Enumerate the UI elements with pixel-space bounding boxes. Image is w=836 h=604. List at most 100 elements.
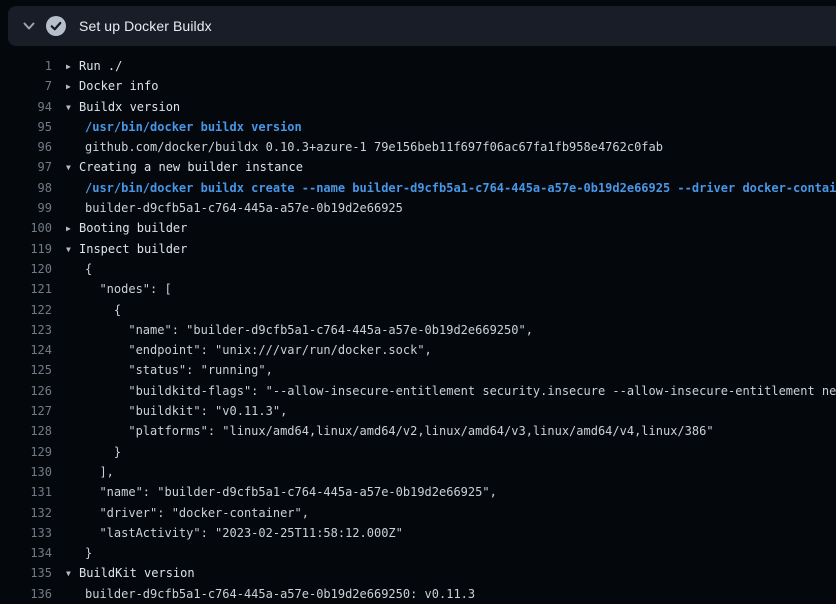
group-toggle-icon[interactable]: ▼ (66, 240, 79, 259)
line-number[interactable]: 96 (0, 137, 52, 157)
line-text: /usr/bin/docker buildx create --name bui… (52, 178, 836, 198)
line-number[interactable]: 94 (0, 97, 52, 117)
line-text: "driver": "docker-container", (52, 503, 836, 523)
log-line: 126 "buildkitd-flags": "--allow-insecure… (0, 381, 836, 401)
line-number[interactable]: 121 (0, 279, 52, 299)
log-line[interactable]: 1 ▶Run ./ (0, 56, 836, 76)
log-line: 96 github.com/docker/buildx 0.10.3+azure… (0, 137, 836, 157)
log-line: 130 ], (0, 462, 836, 482)
line-text: ▼Creating a new builder instance (52, 157, 836, 177)
line-number[interactable]: 1 (0, 56, 52, 76)
line-text: { (52, 259, 836, 279)
check-circle-icon (46, 16, 66, 36)
line-text-content: Docker info (79, 79, 158, 93)
group-toggle-icon[interactable]: ▼ (66, 564, 79, 583)
line-number[interactable]: 124 (0, 340, 52, 360)
line-number[interactable]: 130 (0, 462, 52, 482)
log-line[interactable]: 7 ▶Docker info (0, 76, 836, 96)
group-toggle-icon[interactable]: ▶ (66, 57, 79, 76)
group-toggle-icon[interactable]: ▼ (66, 98, 79, 117)
line-text-content: "name": "builder-d9cfb5a1-c764-445a-a57e… (85, 323, 533, 337)
log-line[interactable]: 119 ▼Inspect builder (0, 239, 836, 259)
log-line[interactable]: 97 ▼Creating a new builder instance (0, 157, 836, 177)
group-toggle-icon[interactable]: ▼ (66, 158, 79, 177)
line-number[interactable]: 136 (0, 584, 52, 604)
log-line: 124 "endpoint": "unix:///var/run/docker.… (0, 340, 836, 360)
line-text-content: "nodes": [ (85, 282, 172, 296)
step-header[interactable]: Set up Docker Buildx (8, 6, 836, 46)
log-line: 121 "nodes": [ (0, 279, 836, 299)
line-text: "buildkitd-flags": "--allow-insecure-ent… (52, 381, 836, 401)
log-line: 129 } (0, 442, 836, 462)
line-text-content: "lastActivity": "2023-02-25T11:58:12.000… (85, 526, 403, 540)
line-number[interactable]: 133 (0, 523, 52, 543)
line-number[interactable]: 131 (0, 482, 52, 502)
line-text: "lastActivity": "2023-02-25T11:58:12.000… (52, 523, 836, 543)
log-line: 131 "name": "builder-d9cfb5a1-c764-445a-… (0, 482, 836, 502)
log-line[interactable]: 94 ▼Buildx version (0, 97, 836, 117)
line-text-content: "name": "builder-d9cfb5a1-c764-445a-a57e… (85, 485, 497, 499)
chevron-down-icon[interactable] (23, 22, 35, 31)
line-text: github.com/docker/buildx 0.10.3+azure-1 … (52, 137, 836, 157)
line-text: ▶Run ./ (52, 56, 836, 76)
line-text: /usr/bin/docker buildx version (52, 117, 836, 137)
line-text-content: "endpoint": "unix:///var/run/docker.sock… (85, 343, 432, 357)
log-line: 122 { (0, 300, 836, 320)
line-text-content: ], (85, 465, 114, 479)
line-number[interactable]: 126 (0, 381, 52, 401)
line-text: "name": "builder-d9cfb5a1-c764-445a-a57e… (52, 320, 836, 340)
line-text-content: "buildkit": "v0.11.3", (85, 404, 287, 418)
line-number[interactable]: 120 (0, 259, 52, 279)
line-text-content: "status": "running", (85, 363, 273, 377)
line-text: "buildkit": "v0.11.3", (52, 401, 836, 421)
log-line: 136 builder-d9cfb5a1-c764-445a-a57e-0b19… (0, 584, 836, 604)
line-number[interactable]: 97 (0, 157, 52, 177)
line-text-content: /usr/bin/docker buildx version (85, 120, 302, 134)
line-text: { (52, 300, 836, 320)
line-number[interactable]: 100 (0, 218, 52, 238)
line-text-content: "platforms": "linux/amd64,linux/amd64/v2… (85, 424, 714, 438)
line-number[interactable]: 95 (0, 117, 52, 137)
line-number[interactable]: 125 (0, 360, 52, 380)
log-line: 95 /usr/bin/docker buildx version (0, 117, 836, 137)
line-number[interactable]: 99 (0, 198, 52, 218)
line-number[interactable]: 123 (0, 320, 52, 340)
line-number[interactable]: 7 (0, 76, 52, 96)
log-line: 134 } (0, 543, 836, 563)
line-number[interactable]: 128 (0, 421, 52, 441)
group-toggle-icon[interactable]: ▶ (66, 219, 79, 238)
line-text: } (52, 442, 836, 462)
line-text-content: builder-d9cfb5a1-c764-445a-a57e-0b19d2e6… (85, 587, 475, 601)
line-text-content: builder-d9cfb5a1-c764-445a-a57e-0b19d2e6… (85, 201, 403, 215)
line-text: "endpoint": "unix:///var/run/docker.sock… (52, 340, 836, 360)
line-text: ▼BuildKit version (52, 563, 836, 583)
line-number[interactable]: 135 (0, 563, 52, 583)
line-number[interactable]: 119 (0, 239, 52, 259)
line-number[interactable]: 98 (0, 178, 52, 198)
line-text-content: "driver": "docker-container", (85, 506, 309, 520)
line-text-content: /usr/bin/docker buildx create --name bui… (85, 181, 836, 195)
line-text: } (52, 543, 836, 563)
line-number[interactable]: 122 (0, 300, 52, 320)
log-line: 120 { (0, 259, 836, 279)
line-number[interactable]: 134 (0, 543, 52, 563)
line-text: "status": "running", (52, 360, 836, 380)
line-text-content: } (85, 546, 92, 560)
line-text: "platforms": "linux/amd64,linux/amd64/v2… (52, 421, 836, 441)
log-line: 127 "buildkit": "v0.11.3", (0, 401, 836, 421)
line-number[interactable]: 127 (0, 401, 52, 421)
line-number[interactable]: 132 (0, 503, 52, 523)
log-line[interactable]: 100 ▶Booting builder (0, 218, 836, 238)
line-text: ▶Docker info (52, 76, 836, 96)
log-line[interactable]: 135 ▼BuildKit version (0, 563, 836, 583)
line-text: "nodes": [ (52, 279, 836, 299)
line-text-content: } (85, 445, 121, 459)
line-number[interactable]: 129 (0, 442, 52, 462)
line-text: ▶Booting builder (52, 218, 836, 238)
line-text: ▼Buildx version (52, 97, 836, 117)
line-text-content: { (85, 303, 121, 317)
line-text: builder-d9cfb5a1-c764-445a-a57e-0b19d2e6… (52, 584, 836, 604)
line-text-content: BuildKit version (79, 566, 195, 580)
group-toggle-icon[interactable]: ▶ (66, 77, 79, 96)
line-text: builder-d9cfb5a1-c764-445a-a57e-0b19d2e6… (52, 198, 836, 218)
